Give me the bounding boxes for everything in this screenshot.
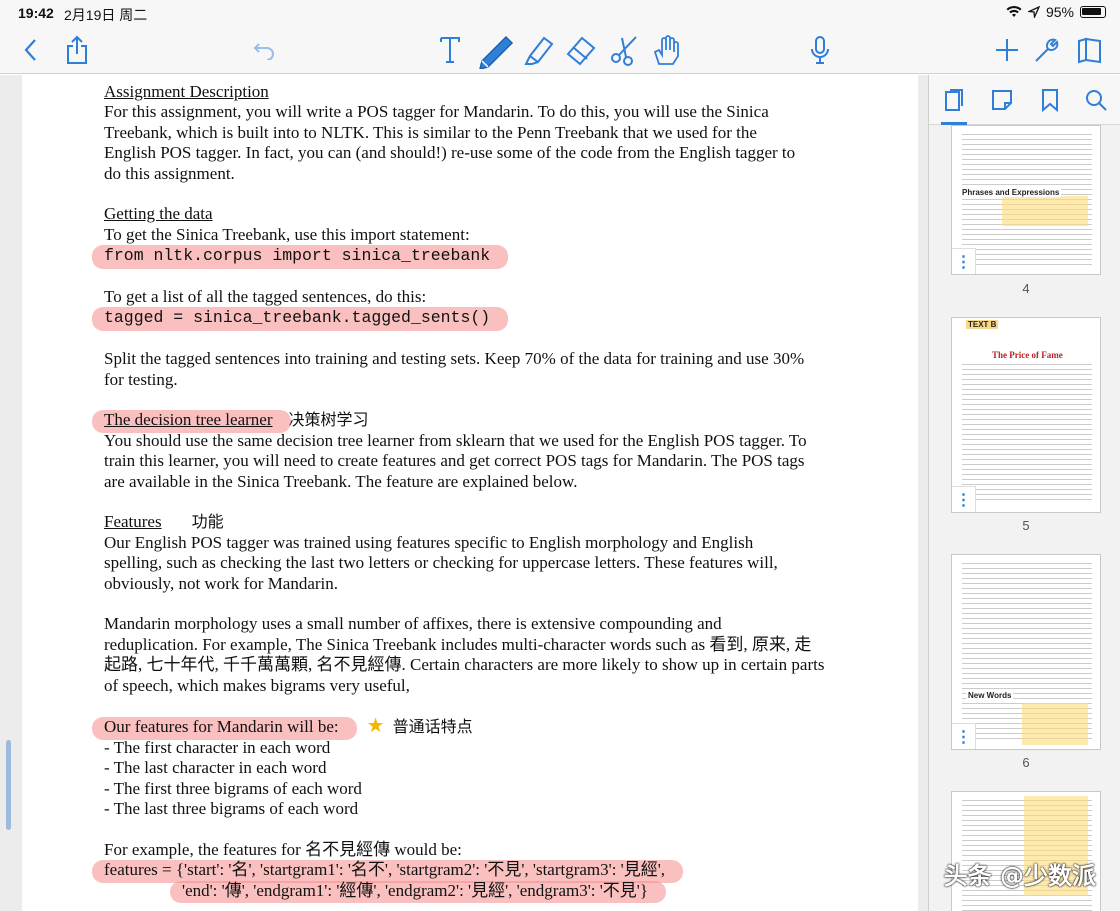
list-item: - The first character in each word [104,737,331,757]
page-sidebar: Phrases and Expressions ⋮ 4 TEXT B The P… [928,75,1120,911]
paragraph-line: train this learner, you will need to cre… [104,451,805,471]
paragraph-line: English POS tagger. In fact, you can (an… [104,143,796,163]
battery-percent: 95% [1045,4,1074,20]
handwritten-note: 决策树学习 [288,410,369,430]
thumbnail-title: The Price of Fame [992,350,1063,360]
paragraph-line: Split the tagged sentences into training… [104,349,805,369]
watermark: 头条 @少数派 [943,862,1096,890]
text-icon[interactable] [436,32,464,68]
list-item: - The last three bigrams of each word [104,799,359,819]
wifi-icon [1006,6,1022,18]
page-thumbnail[interactable]: TEXT B The Price of Fame ⋮ [951,317,1101,513]
paragraph-line: You should use the same decision tree le… [104,430,807,450]
page-number: 5 [1022,518,1030,533]
page-thumbnail[interactable]: Phrases and Expressions ⋮ [951,125,1101,275]
scissors-icon[interactable] [606,32,642,68]
paragraph-line: To get a list of all the tagged sentence… [104,287,427,307]
page-thumbnail[interactable]: New Words ⋮ [951,554,1101,750]
paragraph-line: of speech, which makes bigrams very usef… [104,675,410,695]
search-icon[interactable] [1079,85,1113,115]
section-heading-data: Getting the data [104,204,213,224]
pen-icon[interactable] [474,32,518,69]
page-edge [918,75,928,911]
status-time: 19:42 [18,5,54,21]
wrench-icon[interactable] [1032,32,1062,68]
paragraph-line: spelling, such as checking the last two … [104,553,778,573]
battery-icon [1080,6,1106,18]
features-example-line1: features = {'start': '名', 'startgram1': … [104,860,666,880]
paragraph-line: 起路, 七十年代, 千千萬萬顆, 名不見經傳. Certain characte… [104,655,825,675]
book-icon[interactable] [1074,32,1106,68]
handwritten-note: 功能 [191,512,224,532]
list-item: - The last character in each word [104,758,327,778]
status-indicators: 95% [1006,4,1106,20]
toolbar [0,26,1120,74]
bookmark-icon[interactable] [1033,85,1067,115]
pages-icon[interactable] [937,85,971,125]
more-options-icon[interactable]: ⋮ [952,248,976,274]
paragraph-line: To get the Sinica Treebank, use this imp… [104,224,470,244]
section-heading-assignment: Assignment Description [104,82,269,101]
section-heading-tree: The decision tree learner [104,410,273,430]
microphone-icon[interactable] [806,32,834,68]
paragraph-line: reduplication. For example, The Sinica T… [104,634,812,654]
list-item: - The first three bigrams of each word [104,778,362,798]
features-example-line2: 'end': '傳', 'endgram1': '經傳', 'endgram2'… [182,880,649,900]
code-import: from nltk.corpus import sinica_treebank [104,246,491,266]
highlighter-icon[interactable] [520,32,556,68]
paragraph-line: Mandarin morphology uses a small number … [104,614,722,634]
paragraph-line: obviously, not work for Mandarin. [104,573,339,593]
section-heading-features: Features [104,512,162,532]
sidebar-tabs [929,75,1120,125]
location-icon [1027,6,1040,18]
features-list-heading: Our features for Mandarin will be: [104,717,339,737]
document-page[interactable]: Assignment Description For this assignme… [0,75,928,911]
star-icon: ★ [366,715,385,738]
highlighted-code: features = {'start': '名', 'startgram1': … [91,860,684,884]
scrollbar[interactable] [6,740,11,830]
status-bar: 19:42 2月19日 周二 95% [0,0,1120,26]
highlighted-code: 'end': '傳', 'endgram1': '經傳', 'endgram2'… [169,880,667,904]
page-number: 4 [1022,281,1030,296]
eraser-icon[interactable] [562,32,598,68]
document-text: Assignment Description For this assignme… [91,82,844,904]
paragraph-line: are available in the Sinica Treebank. Th… [104,471,578,491]
paragraph-line: For this assignment, you will write a PO… [104,102,769,122]
page-number: 6 [1022,755,1030,770]
paragraph-line: do this assignment. [104,163,235,183]
paragraph-line: For example, the features for 名不見經傳 woul… [104,839,462,859]
paragraph-line: Treebank, which is built into to NLTK. T… [104,122,757,142]
highlighted-heading: Our features for Mandarin will be: [92,717,357,741]
sticky-note-icon[interactable] [985,85,1019,115]
plus-icon[interactable] [992,32,1022,68]
status-date: 2月19日 周二 [64,7,148,23]
hand-icon[interactable] [648,32,684,68]
page-thumbnail[interactable] [951,791,1101,911]
thumbnail-label: New Words [966,691,1014,700]
left-gutter [0,75,22,911]
highlighted-code: tagged = sinica_treebank.tagged_sents() [91,307,509,332]
handwritten-note: 普通话特点 [392,717,473,737]
code-tagged: tagged = sinica_treebank.tagged_sents() [104,308,491,328]
highlighted-heading: The decision tree learner [92,410,290,434]
paragraph-line: for testing. [104,369,178,389]
undo-icon[interactable] [250,32,278,68]
highlighted-code: from nltk.corpus import sinica_treebank [91,245,509,270]
more-options-icon[interactable]: ⋮ [952,486,976,512]
thumbnail-label: TEXT B [966,320,999,329]
share-icon[interactable] [62,32,92,68]
back-icon[interactable] [16,32,44,68]
paragraph-line: Our English POS tagger was trained using… [104,532,754,552]
thumbnail-label: Phrases and Expressions [960,188,1062,197]
more-options-icon[interactable]: ⋮ [952,723,976,749]
